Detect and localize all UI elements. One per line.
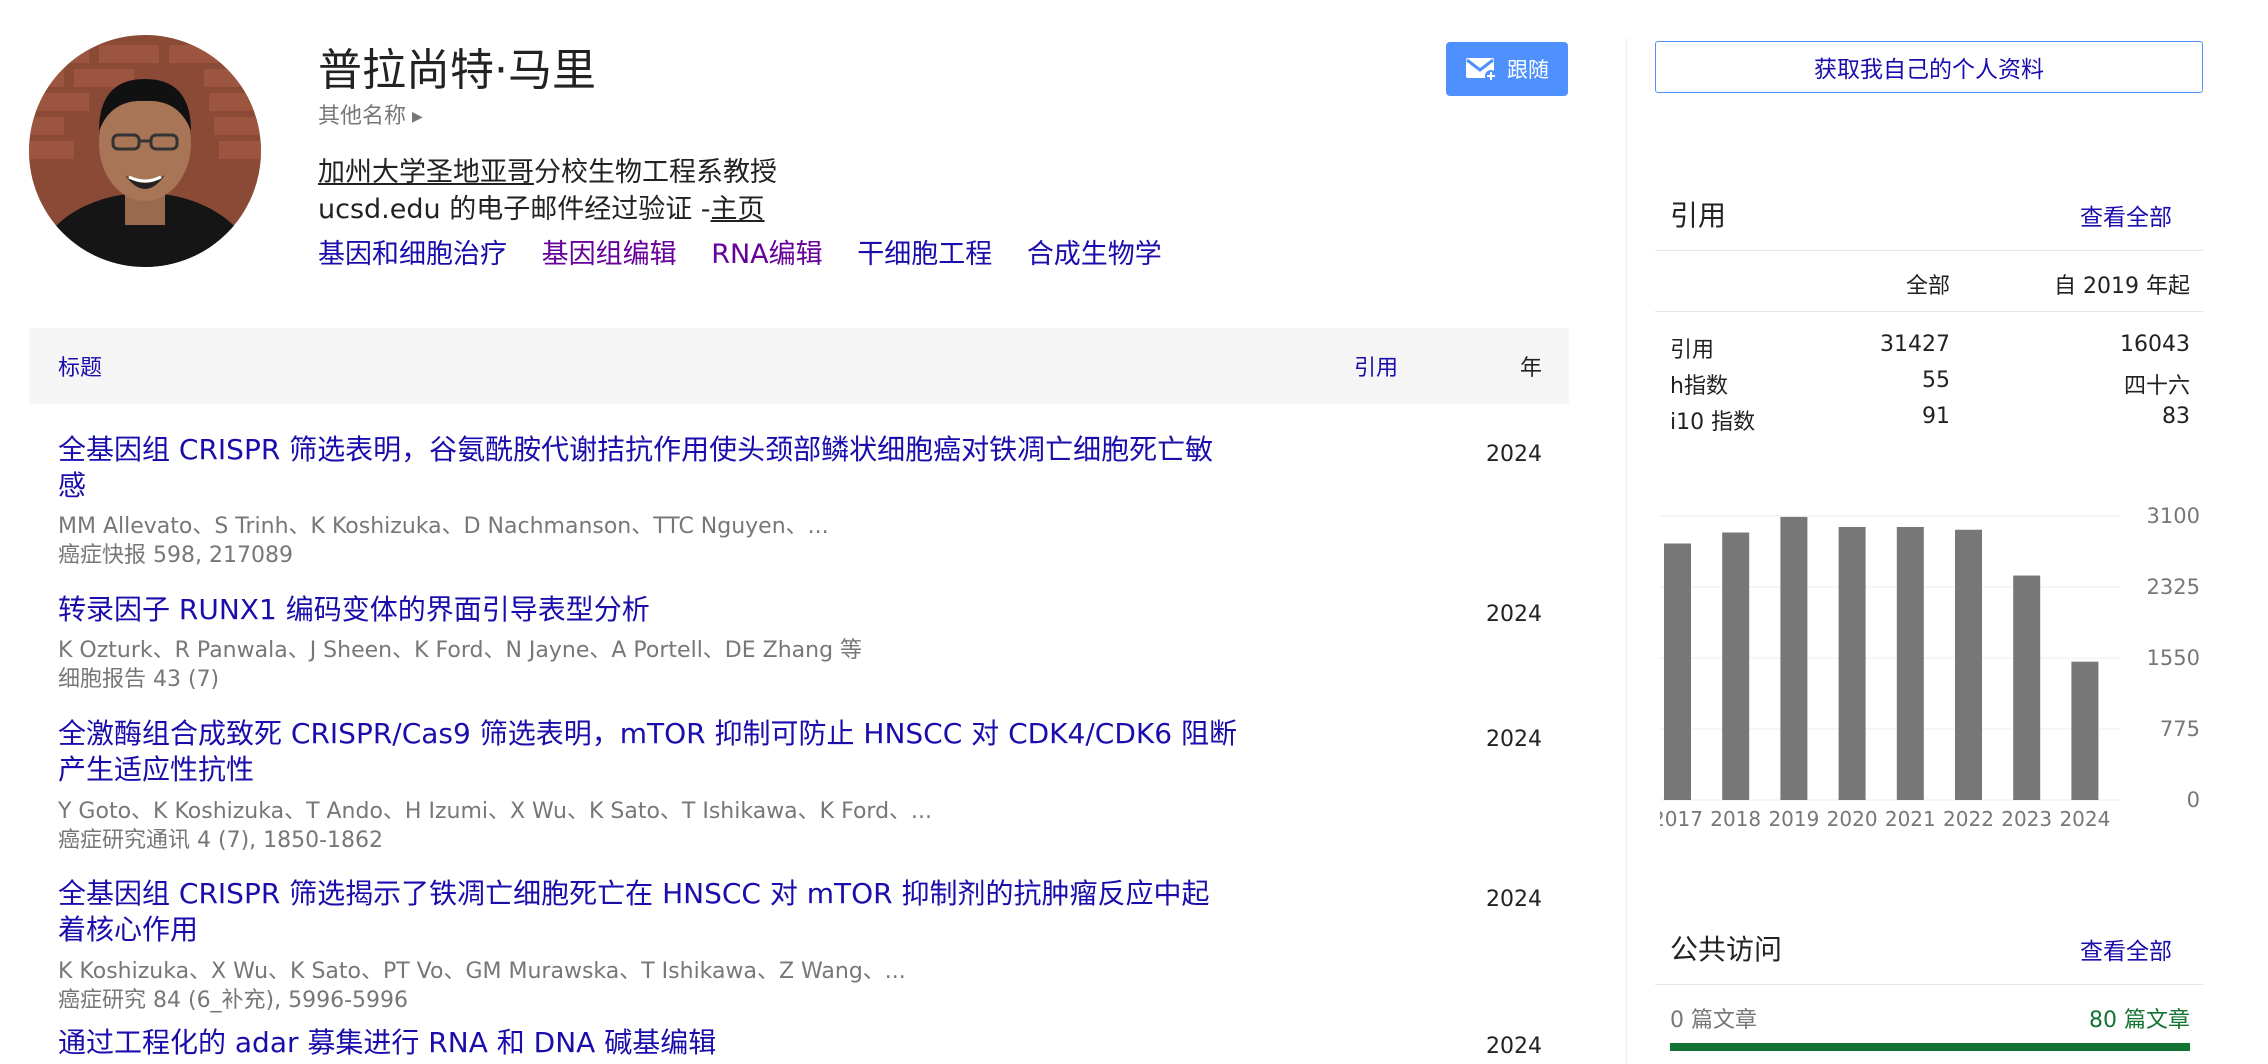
metric-all: 55 bbox=[1922, 368, 1950, 393]
interest-link[interactable]: 基因组编辑 bbox=[542, 239, 677, 270]
article-authors: K Ozturk、R Panwala、J Sheen、K Ford、N Jayn… bbox=[58, 638, 863, 663]
article-year[interactable]: 2024 bbox=[1486, 602, 1542, 627]
column-divider bbox=[1626, 38, 1627, 1064]
article-year[interactable]: 2024 bbox=[1486, 887, 1542, 912]
follow-label: 跟随 bbox=[1507, 58, 1549, 82]
affiliation-link[interactable]: 加州大学圣地亚哥 bbox=[318, 157, 534, 188]
metric-all: 91 bbox=[1922, 404, 1950, 429]
article-authors: MM Allevato、S Trinh、K Koshizuka、D Nachma… bbox=[58, 514, 829, 539]
follow-button[interactable]: 跟随 bbox=[1446, 42, 1568, 96]
metric-label[interactable]: 引用 bbox=[1670, 332, 1714, 364]
article-title-link[interactable]: 通过工程化的 adar 募集进行 RNA 和 DNA 碱基编辑 bbox=[58, 1025, 1298, 1061]
article-venue: 癌症研究通讯 4 (7), 1850-1862 bbox=[58, 828, 384, 853]
sort-by-cited[interactable]: 引用 bbox=[1354, 350, 1398, 382]
affiliation-text: 分校生物工程系教授 bbox=[534, 157, 777, 188]
research-interests: 基因和细胞治疗 基因组编辑 RNA编辑 干细胞工程 合成生物学 bbox=[318, 232, 1188, 271]
x-tick-label: 2024 bbox=[2059, 807, 2110, 830]
public-access-bar bbox=[1670, 1043, 2190, 1051]
article-title-link[interactable]: 全激酶组合成致死 CRISPR/Cas9 筛选表明，mTOR 抑制可防止 HNS… bbox=[58, 716, 1298, 788]
metric-all: 31427 bbox=[1880, 332, 1950, 357]
article-venue: 细胞报告 43 (7) bbox=[58, 667, 220, 692]
article-title-line: 全基因组 CRISPR 筛选揭示了铁凋亡细胞死亡在 HNSCC 对 mTOR 抑… bbox=[58, 877, 1210, 910]
public-access-title: 公共访问 bbox=[1670, 933, 1783, 966]
interest-link[interactable]: 基因和细胞治疗 bbox=[318, 239, 507, 270]
y-tick-label: 0 bbox=[2187, 788, 2200, 812]
email-text: ucsd.edu 的电子邮件经过验证 - bbox=[318, 194, 711, 225]
table-header bbox=[29, 328, 1569, 404]
metric-since: 83 bbox=[2162, 404, 2190, 429]
caret-right-icon: ▶ bbox=[412, 109, 423, 125]
x-tick-label: 2018 bbox=[1710, 807, 1761, 830]
article-authors: K Koshizuka、X Wu、K Sato、PT Vo、GM Murawsk… bbox=[58, 959, 906, 984]
homepage-link[interactable]: 主页 bbox=[711, 194, 765, 225]
citation-bar[interactable] bbox=[1722, 532, 1750, 800]
email-verification: ucsd.edu 的电子邮件经过验证 -主页 bbox=[318, 187, 765, 226]
divider bbox=[1655, 311, 2203, 312]
x-tick-label: 2017 bbox=[1660, 807, 1703, 830]
citation-bar[interactable] bbox=[1896, 526, 1924, 800]
sort-by-year[interactable]: 年 bbox=[1520, 350, 1542, 382]
article-venue: 癌症研究 84 (6_补充), 5996-5996 bbox=[58, 988, 409, 1013]
citation-bar[interactable] bbox=[1838, 526, 1866, 800]
x-tick-label: 2020 bbox=[1827, 807, 1878, 830]
article-authors: Y Goto、K Koshizuka、T Ando、H Izumi、X Wu、K… bbox=[58, 799, 933, 824]
public-access-view-all-link[interactable]: 查看全部 bbox=[2080, 932, 2172, 966]
affiliation: 加州大学圣地亚哥分校生物工程系教授 bbox=[318, 150, 777, 189]
sort-by-title[interactable]: 标题 bbox=[58, 350, 102, 382]
available-count: 80 篇文章 bbox=[2089, 1008, 2190, 1033]
citation-bar[interactable] bbox=[1780, 516, 1808, 800]
not-available-count: 0 篇文章 bbox=[1670, 1008, 1757, 1033]
article-title-line: 感 bbox=[58, 469, 87, 502]
x-tick-label: 2022 bbox=[1943, 807, 1994, 830]
article-title-line: 全基因组 CRISPR 筛选表明，谷氨酰胺代谢拮抗作用使头颈部鳞状细胞癌对铁凋亡… bbox=[58, 433, 1214, 466]
other-names-toggle[interactable]: 其他名称 ▶ bbox=[318, 98, 423, 130]
article-title-line: 全激酶组合成致死 CRISPR/Cas9 筛选表明，mTOR 抑制可防止 HNS… bbox=[58, 717, 1237, 750]
divider bbox=[1655, 984, 2203, 985]
x-tick-label: 2023 bbox=[2001, 807, 2052, 830]
article-year[interactable]: 2024 bbox=[1486, 442, 1542, 467]
col-header-all: 全部 bbox=[1905, 274, 1950, 299]
interest-link[interactable]: RNA编辑 bbox=[711, 239, 822, 270]
article-title-line: 着核心作用 bbox=[58, 913, 199, 946]
metric-label[interactable]: i10 指数 bbox=[1670, 404, 1755, 436]
divider bbox=[1655, 250, 2203, 251]
article-title-link[interactable]: 全基因组 CRISPR 筛选揭示了铁凋亡细胞死亡在 HNSCC 对 mTOR 抑… bbox=[58, 876, 1298, 948]
citation-bar[interactable] bbox=[2013, 575, 2041, 800]
citations-by-year-chart: 3100 2325 1550 775 0 2017 2018 2019 2020 2021 2022… bbox=[1660, 504, 2200, 830]
article-title-line: 转录因子 RUNX1 编码变体的界面引导表型分析 bbox=[58, 593, 650, 626]
y-tick-label: 775 bbox=[2160, 717, 2200, 741]
x-tick-label: 2019 bbox=[1768, 807, 1819, 830]
article-year[interactable]: 2024 bbox=[1486, 1034, 1542, 1059]
metric-since: 16043 bbox=[2120, 332, 2190, 357]
other-names-label: 其他名称 bbox=[318, 104, 407, 129]
citation-bar[interactable] bbox=[2071, 661, 2099, 800]
citation-bar[interactable] bbox=[1955, 529, 1982, 800]
article-title-link[interactable]: 转录因子 RUNX1 编码变体的界面引导表型分析 bbox=[58, 592, 1298, 628]
article-venue: 癌症快报 598, 217089 bbox=[58, 543, 293, 568]
interest-link[interactable]: 合成生物学 bbox=[1027, 239, 1162, 270]
citations-view-all-link[interactable]: 查看全部 bbox=[2080, 198, 2172, 232]
metric-label[interactable]: h指数 bbox=[1670, 368, 1728, 400]
mail-icon bbox=[1466, 58, 1497, 82]
col-header-since: 自 2019 年起 bbox=[2054, 274, 2190, 299]
profile-name: 普拉尚特·马里 bbox=[318, 45, 596, 96]
y-tick-label: 1550 bbox=[2147, 646, 2200, 670]
citations-title: 引用 bbox=[1670, 199, 1727, 232]
x-tick-label: 2021 bbox=[1885, 807, 1936, 830]
y-tick-label: 2325 bbox=[2147, 575, 2200, 599]
citation-bar[interactable] bbox=[1664, 543, 1691, 800]
metric-since: 四十六 bbox=[2123, 374, 2190, 399]
article-title-link[interactable]: 全基因组 CRISPR 筛选表明，谷氨酰胺代谢拮抗作用使头颈部鳞状细胞癌对铁凋亡… bbox=[58, 432, 1298, 504]
article-title-line: 产生适应性抗性 bbox=[58, 753, 255, 786]
interest-link[interactable]: 干细胞工程 bbox=[857, 239, 992, 270]
article-title-line: 通过工程化的 adar 募集进行 RNA 和 DNA 碱基编辑 bbox=[58, 1026, 717, 1059]
avatar bbox=[29, 35, 261, 267]
y-tick-label: 3100 bbox=[2147, 504, 2200, 528]
get-my-profile-button[interactable]: 获取我自己的个人资料 bbox=[1655, 41, 2203, 93]
article-year[interactable]: 2024 bbox=[1486, 727, 1542, 752]
